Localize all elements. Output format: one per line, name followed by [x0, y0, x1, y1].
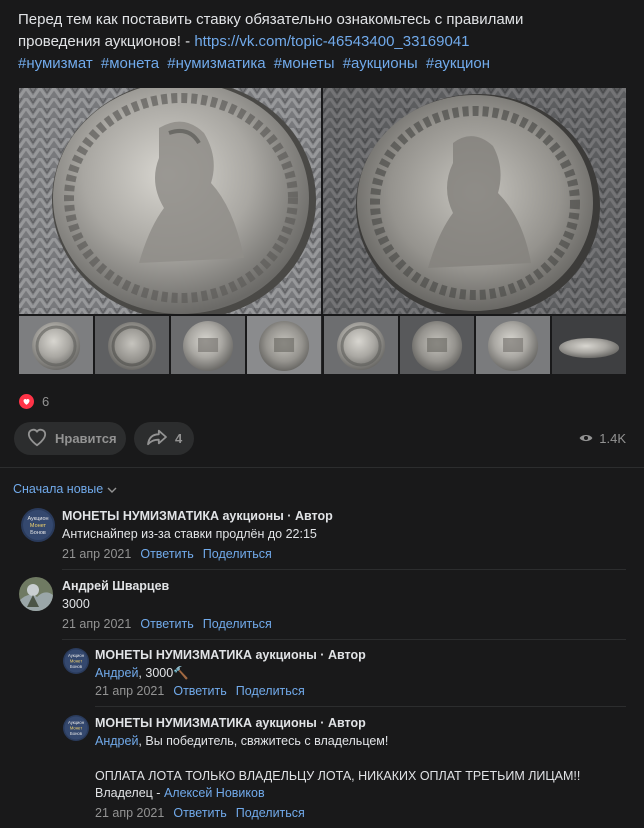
avatar[interactable]: [19, 577, 53, 611]
avatar[interactable]: Аукцион Монет Бонов: [21, 508, 55, 542]
comment-meta: 21 апр 2021 Ответить Поделиться: [95, 684, 305, 698]
hashtag[interactable]: #монеты: [274, 55, 335, 72]
share-comment-button[interactable]: Поделиться: [236, 684, 305, 698]
hammer-icon: 🔨: [173, 666, 189, 680]
comment-author[interactable]: МОНЕТЫ НУМИЗМАТИКА аукционы · Автор: [62, 509, 333, 523]
reply-button[interactable]: Ответить: [140, 547, 193, 561]
post-text: Перед тем как поставить ставку обязатель…: [18, 9, 628, 75]
reply-button[interactable]: Ответить: [173, 684, 226, 698]
mention-link[interactable]: Андрей: [95, 666, 138, 680]
like-button[interactable]: Нравится: [14, 422, 126, 455]
comment-date[interactable]: 21 апр 2021: [62, 547, 131, 561]
comment-divider: [62, 569, 626, 570]
comment-text: Андрей, Вы победитель, свяжитесь с владе…: [95, 732, 388, 750]
comment-text-warning: ОПЛАТА ЛОТА ТОЛЬКО ВЛАДЕЛЬЦУ ЛОТА, НИКАК…: [95, 769, 581, 783]
coin-thumbnail[interactable]: [475, 316, 550, 374]
hashtag[interactable]: #нумизматика: [167, 55, 265, 72]
avatar-text: Бонов: [70, 731, 83, 736]
comment-body: , 3000: [138, 666, 174, 680]
like-label: Нравится: [55, 431, 117, 446]
eye-icon: [579, 431, 593, 446]
share-comment-button[interactable]: Поделиться: [203, 617, 272, 631]
comment-divider: [95, 706, 626, 707]
avatar-text: Аукцион: [68, 720, 85, 725]
comment-meta: 21 апр 2021 Ответить Поделиться: [95, 806, 305, 820]
share-comment-button[interactable]: Поделиться: [236, 806, 305, 820]
sort-label: Сначала новые: [13, 482, 104, 496]
avatar-text: Бонов: [30, 530, 46, 536]
reply-button[interactable]: Ответить: [140, 617, 193, 631]
mention-link[interactable]: Андрей: [95, 734, 138, 748]
hashtag[interactable]: #монета: [101, 55, 159, 72]
coin-thumbnail[interactable]: [323, 316, 398, 374]
coin-thumbnail[interactable]: [19, 316, 94, 374]
coin-photo-1[interactable]: [19, 88, 321, 314]
views-count: 1.4K: [599, 431, 626, 446]
coin-thumbnail[interactable]: [551, 316, 626, 374]
comment-date[interactable]: 21 апр 2021: [62, 617, 131, 631]
post-text-line2: проведения аукционов! -: [18, 33, 195, 50]
comment-text: 3000: [62, 597, 90, 611]
avatar[interactable]: Аукцион Монет Бонов: [63, 715, 89, 741]
share-button[interactable]: 4: [134, 422, 194, 455]
avatar-text: Аукцион: [68, 653, 85, 658]
sort-dropdown[interactable]: Сначала новые: [13, 482, 117, 496]
comment-text: Андрей, 3000🔨: [95, 664, 189, 682]
thumbnail-strip: [19, 316, 626, 374]
hashtag[interactable]: #аукцион: [426, 55, 490, 72]
share-icon: [146, 428, 168, 449]
avatar-text: Монет: [70, 726, 82, 731]
share-comment-button[interactable]: Поделиться: [203, 547, 272, 561]
hashtags: #нумизмат #монета #нумизматика #монеты #…: [18, 53, 628, 75]
likes-count: 6: [42, 394, 50, 409]
heart-icon: [19, 394, 34, 409]
hashtag[interactable]: #аукционы: [343, 55, 418, 72]
comment-meta: 21 апр 2021 Ответить Поделиться: [62, 617, 272, 631]
chevron-down-icon: [107, 482, 117, 496]
owner-link[interactable]: Алексей Новиков: [164, 786, 265, 800]
avatar-text: Бонов: [70, 664, 83, 669]
comment-text: Антиснайпер из-за ставки продлён до 22:1…: [62, 527, 317, 541]
avatar-text: Монет: [70, 659, 82, 664]
reactions-summary[interactable]: 6: [19, 394, 49, 409]
rules-link[interactable]: https://vk.com/topic-46543400_33169041: [194, 33, 469, 50]
reply-button[interactable]: Ответить: [173, 806, 226, 820]
comment-author[interactable]: Андрей Шварцев: [62, 579, 169, 593]
comment-divider: [62, 639, 626, 640]
comment-meta: 21 апр 2021 Ответить Поделиться: [62, 547, 272, 561]
coin-photo-2[interactable]: [323, 88, 626, 314]
coin-thumbnail[interactable]: [247, 316, 322, 374]
comment-owner-line: Владелец - Алексей Новиков: [95, 784, 265, 802]
views-counter: 1.4K: [579, 431, 626, 446]
avatar-text: Аукцион: [27, 516, 48, 522]
owner-prefix: Владелец -: [95, 786, 164, 800]
heart-outline-icon: [26, 427, 48, 450]
hashtag[interactable]: #нумизмат: [18, 55, 93, 72]
avatar-text: Монет: [30, 523, 47, 529]
comment-date[interactable]: 21 апр 2021: [95, 684, 164, 698]
coin-thumbnail[interactable]: [399, 316, 474, 374]
comment-body: , Вы победитель, свяжитесь с владельцем!: [138, 734, 389, 748]
comment-author[interactable]: МОНЕТЫ НУМИЗМАТИКА аукционы · Автор: [95, 648, 366, 662]
avatar[interactable]: Аукцион Монет Бонов: [63, 648, 89, 674]
comment-author[interactable]: МОНЕТЫ НУМИЗМАТИКА аукционы · Автор: [95, 716, 366, 730]
divider: [0, 467, 644, 468]
share-count: 4: [175, 431, 183, 446]
coin-thumbnail[interactable]: [95, 316, 170, 374]
post-text-line1: Перед тем как поставить ставку обязатель…: [18, 11, 524, 28]
coin-thumbnail[interactable]: [171, 316, 246, 374]
comment-date[interactable]: 21 апр 2021: [95, 806, 164, 820]
